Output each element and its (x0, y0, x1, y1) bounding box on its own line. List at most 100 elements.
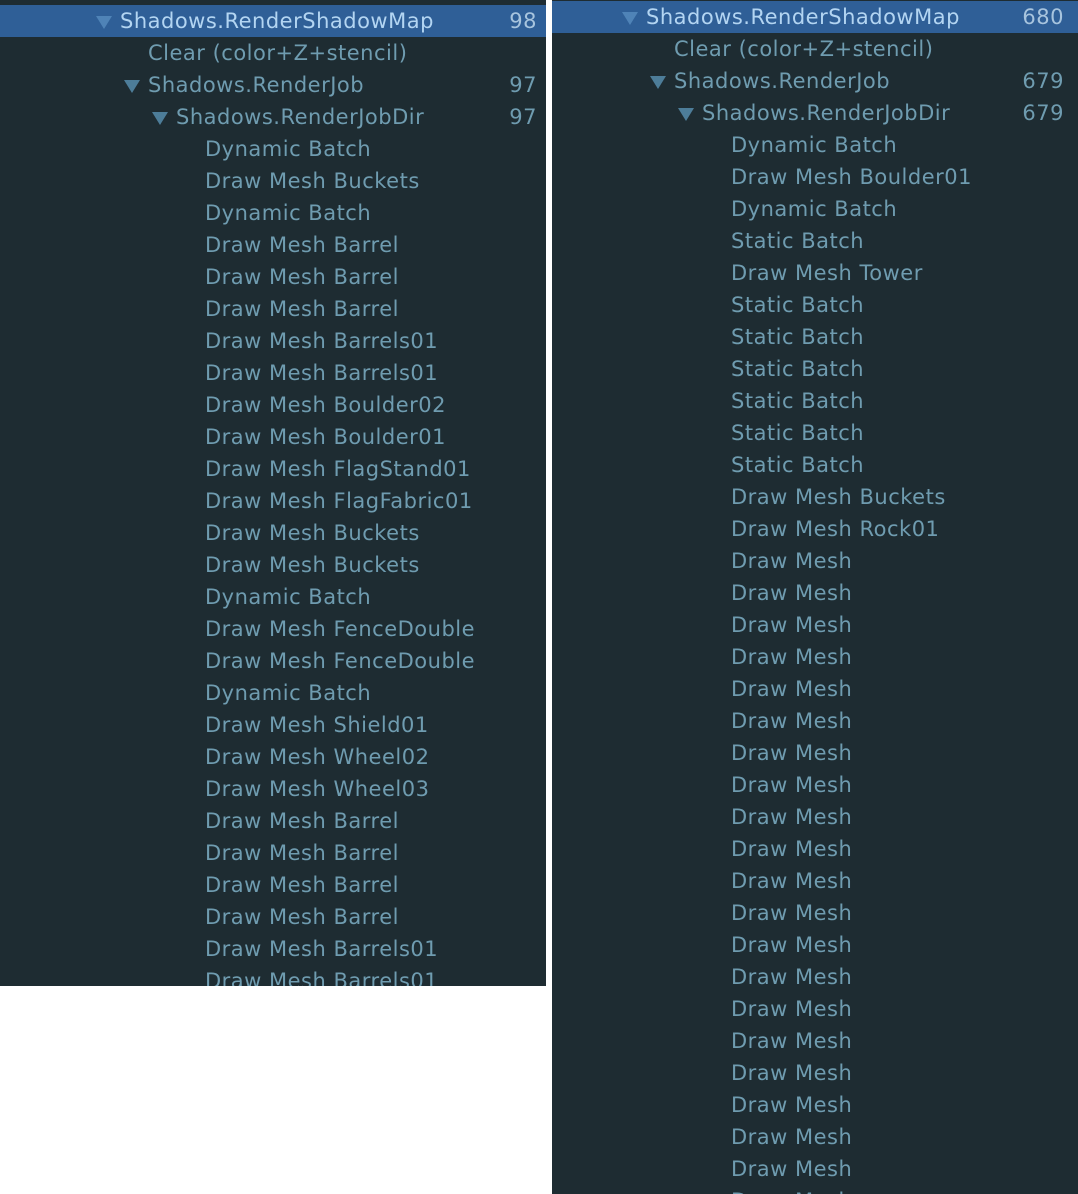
tree-row-label: Draw Mesh (731, 1125, 853, 1149)
tree-row-label: Draw Mesh Buckets (731, 485, 946, 509)
tree-row-label: Static Batch (731, 325, 865, 349)
tree-row-event[interactable]: Draw Mesh Boulder01 (0, 421, 546, 453)
tree-row-clear[interactable]: Clear (color+Z+stencil) (0, 37, 546, 69)
expand-arrow-icon[interactable] (650, 76, 666, 89)
tree-row-label: Draw Mesh Tower (731, 261, 923, 285)
tree-row-event[interactable]: Dynamic Batch (552, 193, 1078, 225)
expand-arrow-icon[interactable] (96, 16, 112, 29)
tree-row-event[interactable]: Static Batch (552, 417, 1078, 449)
tree-row-label: Static Batch (731, 421, 865, 445)
tree-row-event[interactable]: Draw Mesh (552, 673, 1078, 705)
tree-row-event[interactable]: Static Batch (552, 353, 1078, 385)
tree-row-event[interactable]: Draw Mesh Barrel (0, 869, 546, 901)
right-event-tree: Shadows.RenderShadowMap 680 Clear (color… (552, 1, 1078, 1194)
tree-row-event[interactable]: Draw Mesh Buckets (0, 165, 546, 197)
tree-row-event[interactable]: Dynamic Batch (0, 197, 546, 229)
tree-row-label: Draw Mesh FlagStand01 (205, 457, 471, 481)
tree-row-event[interactable]: Draw Mesh (552, 641, 1078, 673)
tree-row-event[interactable]: Dynamic Batch (0, 581, 546, 613)
tree-row-event[interactable]: Draw Mesh Barrel (0, 901, 546, 933)
tree-row-event[interactable]: Draw Mesh (552, 1025, 1078, 1057)
tree-row-event[interactable]: Draw Mesh Barrel (0, 229, 546, 261)
tree-row-event[interactable]: Draw Mesh (552, 609, 1078, 641)
tree-row-render-shadow-map[interactable]: Shadows.RenderShadowMap 680 (552, 1, 1078, 33)
tree-row-event[interactable]: Draw Mesh FenceDouble (0, 645, 546, 677)
tree-row-event[interactable]: Draw Mesh Barrels01 (0, 325, 546, 357)
tree-row-label: Dynamic Batch (205, 201, 372, 225)
tree-row-event[interactable]: Static Batch (552, 385, 1078, 417)
tree-row-event[interactable]: Draw Mesh Rock01 (552, 513, 1078, 545)
tree-row-event[interactable]: Draw Mesh Barrel (0, 837, 546, 869)
tree-row-label: Draw Mesh Barrel (205, 265, 399, 289)
tree-row-event[interactable]: Draw Mesh Boulder02 (0, 389, 546, 421)
tree-row-event[interactable]: Draw Mesh Barrels01 (0, 933, 546, 965)
tree-row-event[interactable]: Draw Mesh (552, 705, 1078, 737)
tree-row-label: Draw Mesh (731, 837, 853, 861)
tree-row-label: Dynamic Batch (731, 197, 898, 221)
tree-row-event[interactable]: Draw Mesh Barrel (0, 261, 546, 293)
tree-row-event[interactable]: Draw Mesh FenceDouble (0, 613, 546, 645)
tree-row-event[interactable]: Draw Mesh Wheel02 (0, 741, 546, 773)
tree-row-event[interactable]: Draw Mesh FlagStand01 (0, 453, 546, 485)
expand-arrow-icon[interactable] (678, 108, 694, 121)
tree-row-event[interactable]: Draw Mesh Tower (552, 257, 1078, 289)
tree-row-label: Draw Mesh (731, 1029, 853, 1053)
tree-row-event[interactable]: Draw Mesh Shield01 (0, 709, 546, 741)
tree-row-event[interactable]: Draw Mesh Wheel03 (0, 773, 546, 805)
tree-row-label: Static Batch (731, 453, 865, 477)
tree-row-event[interactable]: Draw Mesh (552, 961, 1078, 993)
expand-arrow-icon[interactable] (152, 112, 168, 125)
tree-row-event[interactable]: Draw Mesh (552, 769, 1078, 801)
tree-row-event[interactable]: Draw Mesh Buckets (0, 517, 546, 549)
tree-row-event[interactable]: Draw Mesh (552, 929, 1078, 961)
tree-row-event[interactable]: Draw Mesh (552, 833, 1078, 865)
tree-row-clear[interactable]: Clear (color+Z+stencil) (552, 33, 1078, 65)
tree-row-render-shadow-map[interactable]: Shadows.RenderShadowMap 98 (0, 5, 546, 37)
tree-row-event[interactable]: Draw Mesh (552, 865, 1078, 897)
tree-row-event[interactable]: Draw Mesh Boulder01 (552, 161, 1078, 193)
draw-call-count: 680 (1022, 5, 1064, 29)
expand-arrow-icon[interactable] (124, 80, 140, 93)
tree-row-event[interactable]: Draw Mesh (552, 737, 1078, 769)
tree-row-event[interactable]: Draw Mesh (552, 1121, 1078, 1153)
tree-row-label: Draw Mesh (731, 613, 853, 637)
tree-row-event[interactable]: Draw Mesh Buckets (0, 549, 546, 581)
tree-row-event[interactable]: Static Batch (552, 321, 1078, 353)
tree-row-event[interactable]: Draw Mesh Barrels01 (0, 965, 546, 986)
tree-row-label: Draw Mesh (731, 645, 853, 669)
tree-row-event[interactable]: Dynamic Batch (0, 133, 546, 165)
tree-row-event[interactable]: Draw Mesh (552, 801, 1078, 833)
tree-row-event[interactable]: Static Batch (552, 289, 1078, 321)
expand-arrow-icon[interactable] (622, 12, 638, 25)
tree-row-label: Draw Mesh Barrel (205, 297, 399, 321)
tree-row-render-job-dir[interactable]: Shadows.RenderJobDir 97 (0, 101, 546, 133)
tree-row-event[interactable]: Dynamic Batch (552, 129, 1078, 161)
tree-row-render-job-dir[interactable]: Shadows.RenderJobDir 679 (552, 97, 1078, 129)
tree-row-event[interactable]: Draw Mesh (552, 897, 1078, 929)
tree-row-event[interactable]: Draw Mesh (552, 1153, 1078, 1185)
tree-row-render-job[interactable]: Shadows.RenderJob 679 (552, 65, 1078, 97)
tree-row-label: Draw Mesh (731, 581, 853, 605)
tree-row-event[interactable]: Draw Mesh (552, 577, 1078, 609)
tree-row-label: Draw Mesh (731, 901, 853, 925)
tree-row-label: Draw Mesh (731, 741, 853, 765)
tree-row-event[interactable]: Static Batch (552, 225, 1078, 257)
tree-row-event[interactable]: Draw Mesh (552, 1185, 1078, 1194)
tree-row-event[interactable]: Draw Mesh (552, 1089, 1078, 1121)
tree-row-event[interactable]: Draw Mesh (552, 1057, 1078, 1089)
tree-row-label: Draw Mesh (731, 933, 853, 957)
tree-row-render-job[interactable]: Shadows.RenderJob 97 (0, 69, 546, 101)
tree-row-label: Draw Mesh (731, 805, 853, 829)
tree-row-event[interactable]: Draw Mesh (552, 993, 1078, 1025)
tree-row-event[interactable]: Dynamic Batch (0, 677, 546, 709)
tree-row-event[interactable]: Draw Mesh (552, 545, 1078, 577)
tree-row-label: Draw Mesh Barrel (205, 233, 399, 257)
tree-row-event[interactable]: Draw Mesh Buckets (552, 481, 1078, 513)
tree-row-label: Draw Mesh FenceDouble (205, 649, 476, 673)
tree-row-event[interactable]: Draw Mesh Barrel (0, 293, 546, 325)
tree-row-event[interactable]: Draw Mesh Barrel (0, 805, 546, 837)
tree-row-event[interactable]: Static Batch (552, 449, 1078, 481)
tree-row-label: Dynamic Batch (205, 137, 372, 161)
tree-row-event[interactable]: Draw Mesh FlagFabric01 (0, 485, 546, 517)
tree-row-event[interactable]: Draw Mesh Barrels01 (0, 357, 546, 389)
